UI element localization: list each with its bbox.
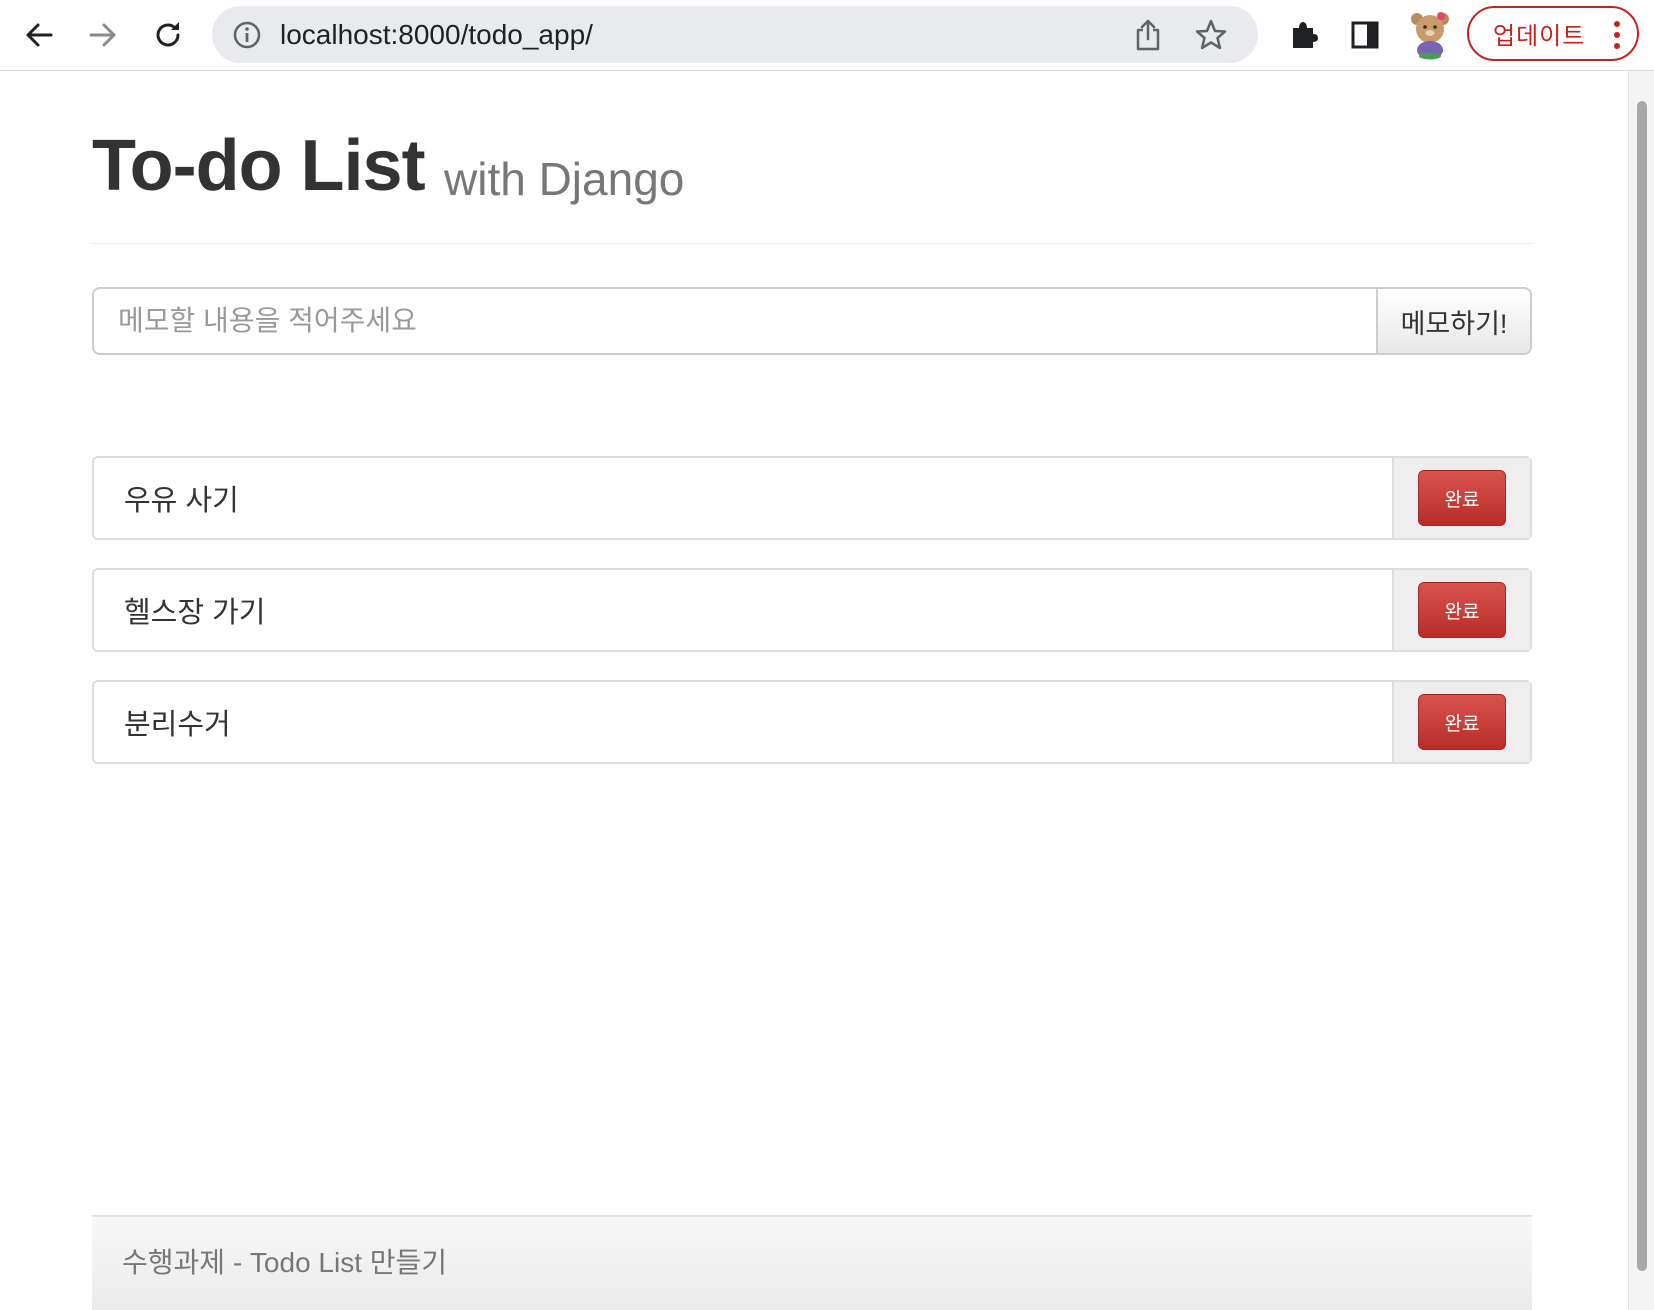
side-panel-button[interactable] [1340, 10, 1390, 60]
arrow-right-icon [89, 23, 116, 47]
reload-button[interactable] [143, 10, 193, 60]
vertical-scrollbar[interactable] [1628, 71, 1654, 1310]
footer-text: 수행과제 - Todo List 만들기 [122, 1247, 448, 1278]
todo-actions: 완료 [1392, 682, 1530, 762]
todo-text: 우유 사기 [124, 485, 239, 517]
complete-button[interactable]: 완료 [1418, 582, 1506, 638]
update-label: 업데이트 [1493, 23, 1586, 50]
address-bar[interactable]: localhost:8000/todo_app/ [212, 6, 1258, 63]
url-text[interactable]: localhost:8000/todo_app/ [280, 6, 593, 63]
memo-input[interactable] [94, 289, 1376, 353]
todo-text: 분리수거 [124, 709, 231, 741]
back-button[interactable] [14, 10, 64, 60]
complete-button[interactable]: 완료 [1418, 470, 1506, 526]
page-footer: 수행과제 - Todo List 만들기 [92, 1215, 1532, 1310]
todo-item: 헬스장 가기 완료 [92, 568, 1532, 652]
puzzle-icon [1293, 22, 1318, 48]
profile-avatar-icon[interactable] [1408, 10, 1452, 60]
todo-item: 분리수거 완료 [92, 680, 1532, 764]
share-icon[interactable] [1132, 18, 1164, 52]
arrow-left-icon [26, 23, 53, 47]
page-subtitle: with Django [444, 153, 685, 205]
side-panel-icon [1351, 21, 1379, 49]
memo-form: 메모하기! [92, 287, 1532, 355]
update-button[interactable]: 업데이트 [1467, 6, 1639, 61]
todo-text: 헬스장 가기 [124, 597, 266, 629]
scrollbar-thumb[interactable] [1637, 101, 1647, 1271]
todo-item: 우유 사기 완료 [92, 456, 1532, 540]
extensions-button[interactable] [1279, 10, 1329, 60]
star-icon[interactable] [1194, 18, 1228, 52]
todo-actions: 완료 [1392, 458, 1530, 538]
more-vertical-icon [1614, 21, 1620, 49]
page-viewport: To-do List with Django 메모하기! 우유 사기 완료 헬스… [0, 71, 1654, 1310]
info-icon[interactable] [232, 20, 262, 50]
complete-button[interactable]: 완료 [1418, 694, 1506, 750]
memo-submit-button[interactable]: 메모하기! [1376, 289, 1530, 353]
browser-toolbar: localhost:8000/todo_app/ 업데이트 [0, 0, 1654, 71]
todo-actions: 완료 [1392, 570, 1530, 650]
reload-icon [156, 22, 180, 47]
page-title: To-do List [92, 126, 426, 206]
forward-button[interactable] [78, 10, 128, 60]
